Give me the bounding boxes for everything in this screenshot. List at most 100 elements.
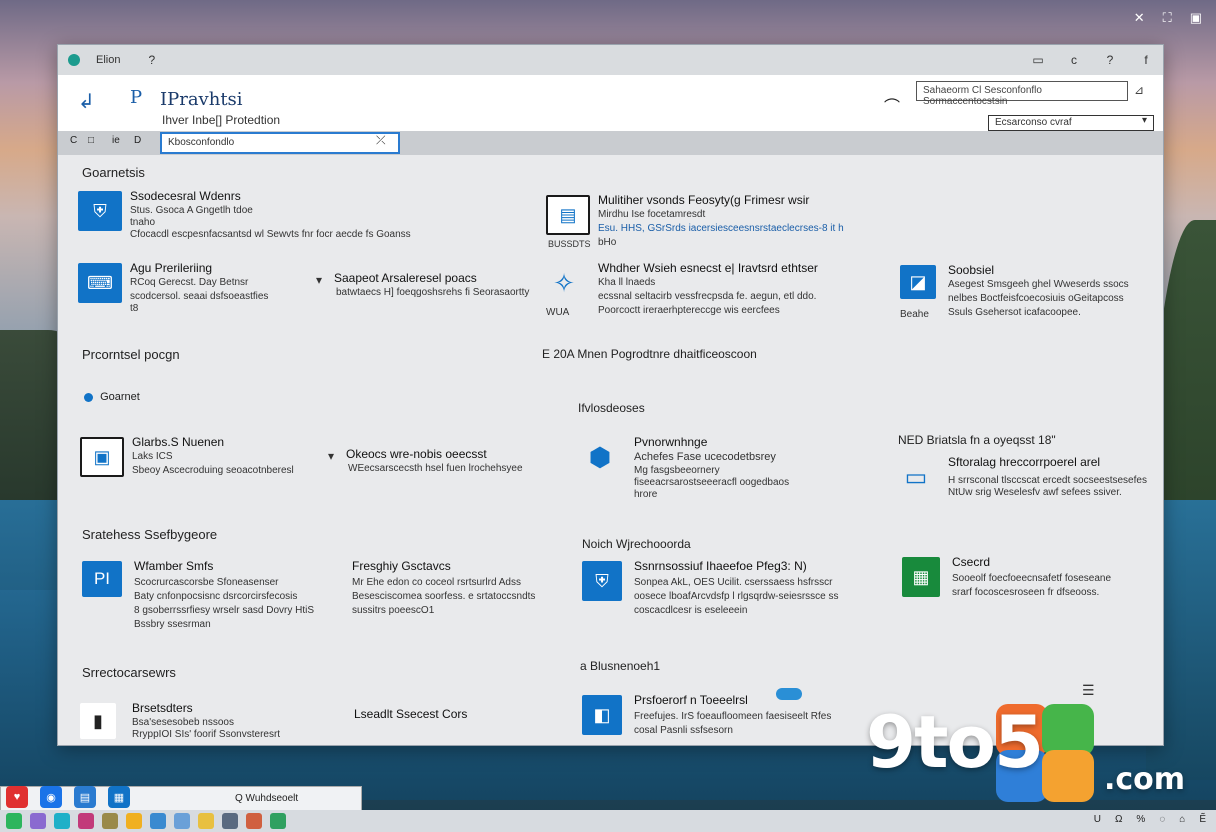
search-icon[interactable]: ⊿: [1134, 83, 1144, 97]
item-line: srarf focoscesroseen fr dfseooss.: [952, 587, 1100, 598]
toolbar-button-4[interactable]: D: [134, 135, 141, 146]
wifi-icon[interactable]: ⌒: [884, 93, 900, 117]
main-content: Goarnetsis ⛨ Ssodecesral Wdenrs Stus. Gs…: [58, 155, 1163, 745]
tray-icon[interactable]: Ẽ: [1199, 814, 1206, 825]
app-icon[interactable]: [150, 813, 166, 829]
store-icon[interactable]: ▤: [74, 786, 96, 808]
network-icon: ⬢: [588, 441, 612, 472]
toolbar-search-input[interactable]: Kbosconfondlo: [160, 132, 400, 154]
item-line: cosal Pasnli ssfsesorn: [634, 725, 733, 736]
chevron-down-icon[interactable]: ▾: [316, 273, 322, 287]
file-icon: ▮: [80, 703, 116, 739]
item-line: Mr Ehe edon co coceol rsrtsurlrd Adss: [352, 577, 521, 588]
item-badge: WUA: [546, 307, 570, 318]
item-line: Bssbry ssesrman: [134, 619, 211, 630]
toolbar-button-2[interactable]: □: [88, 135, 94, 146]
tray-icon[interactable]: U: [1094, 814, 1101, 825]
app-icon[interactable]: [54, 813, 70, 829]
item-title: Csecrd: [952, 555, 991, 569]
item-line: Sonpea AkL, OES Ucilit. cserssaess hsfrs…: [634, 577, 833, 588]
menu-icon[interactable]: ☰: [1082, 682, 1095, 699]
item-line: Laks ICS: [132, 451, 173, 462]
section-title: Prcorntsel pocgn: [82, 347, 180, 362]
item-line: Baty cnfonpocsisnc dsrcorcirsfecosis: [134, 591, 298, 602]
app-icon[interactable]: [174, 813, 190, 829]
app-icon[interactable]: [198, 813, 214, 829]
item-title: Soobsiel: [948, 263, 995, 277]
item-title: Lseadlt Ssecest Cors: [354, 707, 468, 721]
item-line: Asegest Smsgeeh ghel Wweserds ssocs: [948, 279, 1129, 290]
app-icon[interactable]: ▦: [108, 786, 130, 808]
tray-icon[interactable]: %: [1136, 814, 1145, 825]
item-line: Mg fasgsbeeornery: [634, 465, 720, 476]
item-line: Achefes Fase ucecodetbsrey: [634, 451, 776, 463]
item-line: WEecsarscecsth hsel fuen lrochehsyee: [348, 463, 523, 474]
item-line: hrore: [634, 489, 658, 500]
item-line: Poorcoctt ireraerhptereccge wis eercfees: [598, 305, 780, 316]
item-line: RryppIOI SIs' foorif Ssonvsteresrt: [132, 729, 281, 740]
header-search-input[interactable]: Sahaeorm Cl Sesconfonflo Sormaccentocsts…: [916, 81, 1128, 107]
title-bar: Elion ? ▭ c ? f: [58, 45, 1163, 75]
help-icon[interactable]: ?: [148, 53, 155, 67]
item-line: nelbes Boctfeisfcoecosiuis oGeitapcoss: [948, 293, 1124, 304]
pinned-apps: ♥ ◉ ▤ ▦: [6, 786, 130, 808]
chevron-down-icon[interactable]: ▾: [328, 449, 334, 463]
section-title: Ifvlosdeoses: [578, 401, 645, 415]
item-line: coscacdlcesr is eseleeein: [634, 605, 748, 616]
brand-logo: P: [130, 87, 143, 108]
item-line: oosece lboafArcvdsfp l rlgsqrdw-seiesrss…: [634, 591, 839, 602]
browser-icon[interactable]: ◉: [40, 786, 62, 808]
laptop-icon: ⌨: [78, 263, 122, 303]
toolbar-button-3[interactable]: ie: [112, 135, 120, 146]
app-icon[interactable]: ♥: [6, 786, 28, 808]
app-icon[interactable]: [222, 813, 238, 829]
tray-icon[interactable]: Ω: [1115, 814, 1122, 825]
window-control-4[interactable]: f: [1139, 53, 1153, 67]
close-icon[interactable]: ✕: [1134, 10, 1145, 26]
tray-top-icon[interactable]: ▣: [1190, 10, 1202, 26]
window-control-1[interactable]: ▭: [1031, 53, 1045, 67]
item-title: Okeocs wre-nobis oeecsst: [346, 447, 487, 461]
page-subtitle: Ihver Inbe[] Protedtion: [162, 113, 281, 127]
item-title: Sftoralag hreccorrpoerel arel: [948, 455, 1101, 469]
filter-dropdown[interactable]: Ecsarconso cvraf: [988, 115, 1154, 131]
item-title: Pvnorwnhnge: [634, 435, 708, 449]
window-controls: ▭ c ? f: [1031, 53, 1153, 67]
section-title: NED Briatsla fn a oyeqsst 18": [898, 433, 1056, 447]
watermark-logo: 9to5 .com: [866, 700, 1206, 810]
toolbar-button-1[interactable]: C: [70, 135, 77, 146]
window-control-3[interactable]: ?: [1103, 53, 1117, 67]
item-line: bHo: [598, 237, 617, 248]
radio-label: Goarnet: [100, 391, 140, 403]
pi-icon: PI: [82, 561, 122, 597]
app-icon[interactable]: [78, 813, 94, 829]
taskbar: U Ω % ◌ ⌂ Ẽ: [0, 810, 1216, 832]
item-title: Wfamber Smfs: [134, 559, 214, 573]
bird-icon: ✧: [553, 267, 575, 298]
app-icon[interactable]: [246, 813, 262, 829]
window-title: Elion: [96, 54, 121, 66]
page-header: ↲ P IPravhtsi Ihver Inbe[] Protedtion ⌒ …: [58, 75, 1163, 131]
watermark-text: 9to5: [866, 700, 1044, 784]
item-line: scodcersol. seaai dsfsoeastfies: [130, 291, 269, 302]
window-control-2[interactable]: c: [1067, 53, 1081, 67]
folder-icon[interactable]: [126, 813, 142, 829]
app-icon[interactable]: [30, 813, 46, 829]
system-tray: U Ω % ◌ ⌂ Ẽ: [1094, 814, 1206, 825]
app-icon[interactable]: [6, 813, 22, 829]
back-arrow-icon[interactable]: ↲: [78, 89, 95, 114]
app-icon[interactable]: [270, 813, 286, 829]
item-line: Freefujes. IrS foeaufloomeen faesiseelt …: [634, 711, 832, 722]
desktop-icon[interactable]: ⛶: [1163, 10, 1172, 26]
search-tools-icon[interactable]: ⤫: [376, 133, 386, 148]
item-title: Ssnrnsossiuf Ihaeefoe Pfeg3: N): [634, 559, 807, 573]
app-icon[interactable]: [102, 813, 118, 829]
toggle-pill[interactable]: [776, 688, 802, 700]
radio-option[interactable]: Goarnet: [84, 391, 140, 403]
tray-icon[interactable]: ⌂: [1179, 814, 1185, 825]
page-title: IPravhtsi: [160, 89, 243, 110]
item-badge: BUSSDTS: [548, 239, 591, 249]
tray-icon[interactable]: ◌: [1159, 814, 1165, 825]
app-logo-icon: [68, 54, 80, 66]
item-line: sussitrs poeescO1: [352, 605, 435, 616]
